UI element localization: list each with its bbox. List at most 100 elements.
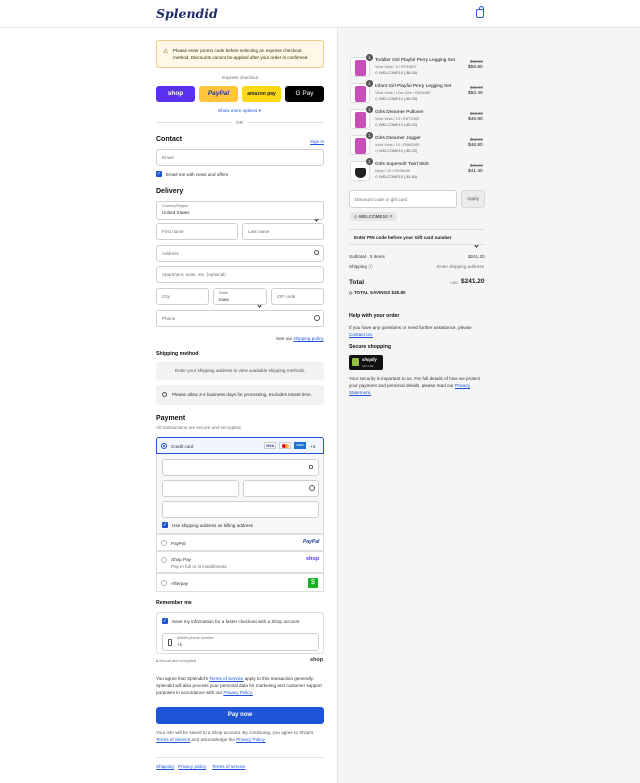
- or-divider-right: [248, 122, 324, 123]
- name-on-card-field[interactable]: [162, 501, 319, 518]
- gift-card-pin-row[interactable]: Enter PIN code before your Gift card num…: [349, 229, 485, 248]
- sign-in-link[interactable]: Sign in: [310, 139, 324, 144]
- help-heading: Help with your order: [349, 313, 400, 319]
- zip-field[interactable]: ZIP code: [271, 288, 324, 305]
- shopify-bag-icon: [352, 358, 359, 366]
- shipping-label: Shipping ⓘ: [349, 264, 373, 270]
- more-brands: +3: [310, 444, 316, 449]
- google-pay-express-button[interactable]: G Pay: [285, 86, 324, 102]
- checkout-page: Splendid ⚠ Please enter promo code befor…: [0, 0, 640, 783]
- state-select[interactable]: State Iowa: [213, 288, 267, 308]
- product-image: [355, 138, 366, 154]
- help-text-body: If you have any questions or need furthe…: [349, 325, 472, 330]
- processing-note-box: Please allow 2-4 business days for proce…: [156, 385, 324, 405]
- lock-icon: [309, 465, 313, 469]
- subtotal-label: Subtotal · 5 items: [349, 254, 385, 259]
- contact-us-link[interactable]: Contact Us.: [349, 332, 373, 337]
- shipping-method-placeholder-box: Enter your shipping address to view avai…: [156, 362, 324, 380]
- product-discount: ◇ WELCOME10 (-$4.60): [375, 174, 417, 179]
- product-original-price: $46.00: [470, 163, 483, 168]
- cart-bag-icon[interactable]: [476, 6, 484, 18]
- help-icon[interactable]: ⓘ: [368, 264, 373, 269]
- apply-discount-button[interactable]: Apply: [461, 190, 485, 208]
- billing-same-checkbox[interactable]: ✓: [162, 522, 168, 528]
- amazon-pay-express-button[interactable]: amazon pay: [242, 86, 281, 102]
- country-select[interactable]: Country/Region United States: [156, 201, 324, 222]
- credit-card-option[interactable]: Credit card VISA AMEX +3: [156, 437, 324, 454]
- promo-notice: ⚠ Please enter promo code before selecti…: [156, 40, 324, 68]
- pay-now-button[interactable]: Pay now: [156, 707, 324, 724]
- paypal-radio[interactable]: [161, 540, 167, 546]
- afterpay-radio[interactable]: [161, 580, 167, 586]
- product-price: $46.80: [468, 143, 483, 148]
- news-checkbox[interactable]: ✓: [156, 171, 162, 177]
- or-divider-left: [156, 122, 232, 123]
- shop-pay-option[interactable]: Shop Pay Pay in full or in installments …: [156, 551, 324, 573]
- shipping-label-text: Shipping: [349, 264, 367, 269]
- afterpay-option[interactable]: Afterpay $: [156, 573, 324, 592]
- credit-card-radio[interactable]: [161, 443, 167, 449]
- save-info-checkbox[interactable]: ✓: [162, 618, 168, 624]
- state-value: Iowa: [219, 296, 229, 302]
- shop-terms-link[interactable]: Terms of Service: [156, 737, 190, 742]
- footer-privacy-link[interactable]: Privacy policy: [178, 764, 206, 769]
- terms-of-service-link[interactable]: Terms of Service: [209, 676, 243, 681]
- last-name-field[interactable]: Last name: [242, 223, 324, 240]
- help-text: If you have any questions or need furthe…: [349, 324, 485, 338]
- country-value: United States: [162, 210, 190, 215]
- shop-pay-radio[interactable]: [161, 557, 167, 563]
- remove-discount-icon[interactable]: ✕: [389, 214, 393, 219]
- product-discount: ◇ WELCOME10 (-$6.05): [375, 96, 417, 101]
- shipping-policy-link[interactable]: shipping policy: [293, 336, 323, 341]
- help-icon[interactable]: [314, 315, 320, 321]
- privacy-policy-link[interactable]: Privacy Policy.: [223, 690, 253, 695]
- top-bar: Splendid: [0, 0, 640, 28]
- product-variant: Vivid Viola / 3 / RT04897: [375, 65, 417, 69]
- product-discount-code: WELCOME10 (-$6.05): [378, 97, 418, 101]
- tag-icon: ◇: [354, 214, 358, 219]
- phone-icon: [168, 639, 172, 646]
- terms-text-1: You agree that Splendid's: [156, 676, 209, 681]
- remember-me-heading: Remember me: [156, 600, 192, 606]
- news-checkbox-label: Email me with news and offers: [166, 172, 229, 177]
- product-discount: ◇ WELCOME10 (-$5.20): [375, 148, 417, 153]
- store-logo[interactable]: Splendid: [156, 6, 218, 21]
- shop-pay-express-button[interactable]: shop: [156, 86, 195, 102]
- expiration-field[interactable]: [162, 480, 239, 497]
- product-discount: ◇ WELCOME10 (-$5.20): [375, 122, 417, 127]
- product-name: Girls Supersoft Twirl Skirt: [375, 162, 429, 167]
- footer-terms-link[interactable]: Terms of service: [212, 764, 245, 769]
- discount-code-field[interactable]: Discount code or gift card: [349, 190, 457, 208]
- quantity-badge: 1: [366, 132, 373, 139]
- badge-top-text: shopify: [362, 357, 377, 362]
- product-price: $46.80: [468, 117, 483, 122]
- card-form: ✓ Use shipping address as billing addres…: [156, 454, 324, 534]
- apartment-field[interactable]: Apartment, suite, etc. (optional): [156, 266, 324, 283]
- payment-heading: Payment: [156, 415, 186, 422]
- email-field[interactable]: Email: [156, 149, 324, 166]
- discount-placeholder: Discount code or gift card: [355, 197, 408, 202]
- shop-privacy-link[interactable]: Privacy Policy.: [236, 737, 266, 742]
- phone-field[interactable]: Phone: [156, 310, 324, 327]
- or-divider-label: OR: [236, 120, 243, 125]
- product-image: [355, 168, 366, 178]
- contact-heading: Contact: [156, 136, 183, 143]
- pin-prompt: Enter PIN code before your Gift card num…: [354, 235, 452, 240]
- product-name: Toddler Girl Playful Perry Legging Set: [375, 58, 455, 63]
- paypal-option[interactable]: PayPal PayPal: [156, 534, 324, 551]
- address-field[interactable]: Address: [156, 245, 324, 262]
- secure-shopping-heading: Secure shopping: [349, 344, 392, 350]
- product-original-price: $52.00: [470, 137, 483, 142]
- help-icon[interactable]: [309, 485, 315, 491]
- quantity-badge: 1: [366, 158, 373, 165]
- city-field[interactable]: City: [156, 288, 209, 305]
- mobile-phone-field[interactable]: Mobile phone number +1: [162, 633, 319, 651]
- paypal-express-button[interactable]: PayPal: [199, 86, 238, 102]
- product-name: Girls Dreamer Pullover: [375, 110, 424, 115]
- lock-icon: 🔒︎: [156, 659, 159, 663]
- first-name-field[interactable]: First name: [156, 223, 238, 240]
- card-number-field[interactable]: [162, 459, 319, 476]
- footer-shipping-link[interactable]: Shipping: [156, 764, 174, 769]
- security-code-field[interactable]: [243, 480, 319, 497]
- show-more-options-link[interactable]: Show more options ▾: [218, 108, 261, 114]
